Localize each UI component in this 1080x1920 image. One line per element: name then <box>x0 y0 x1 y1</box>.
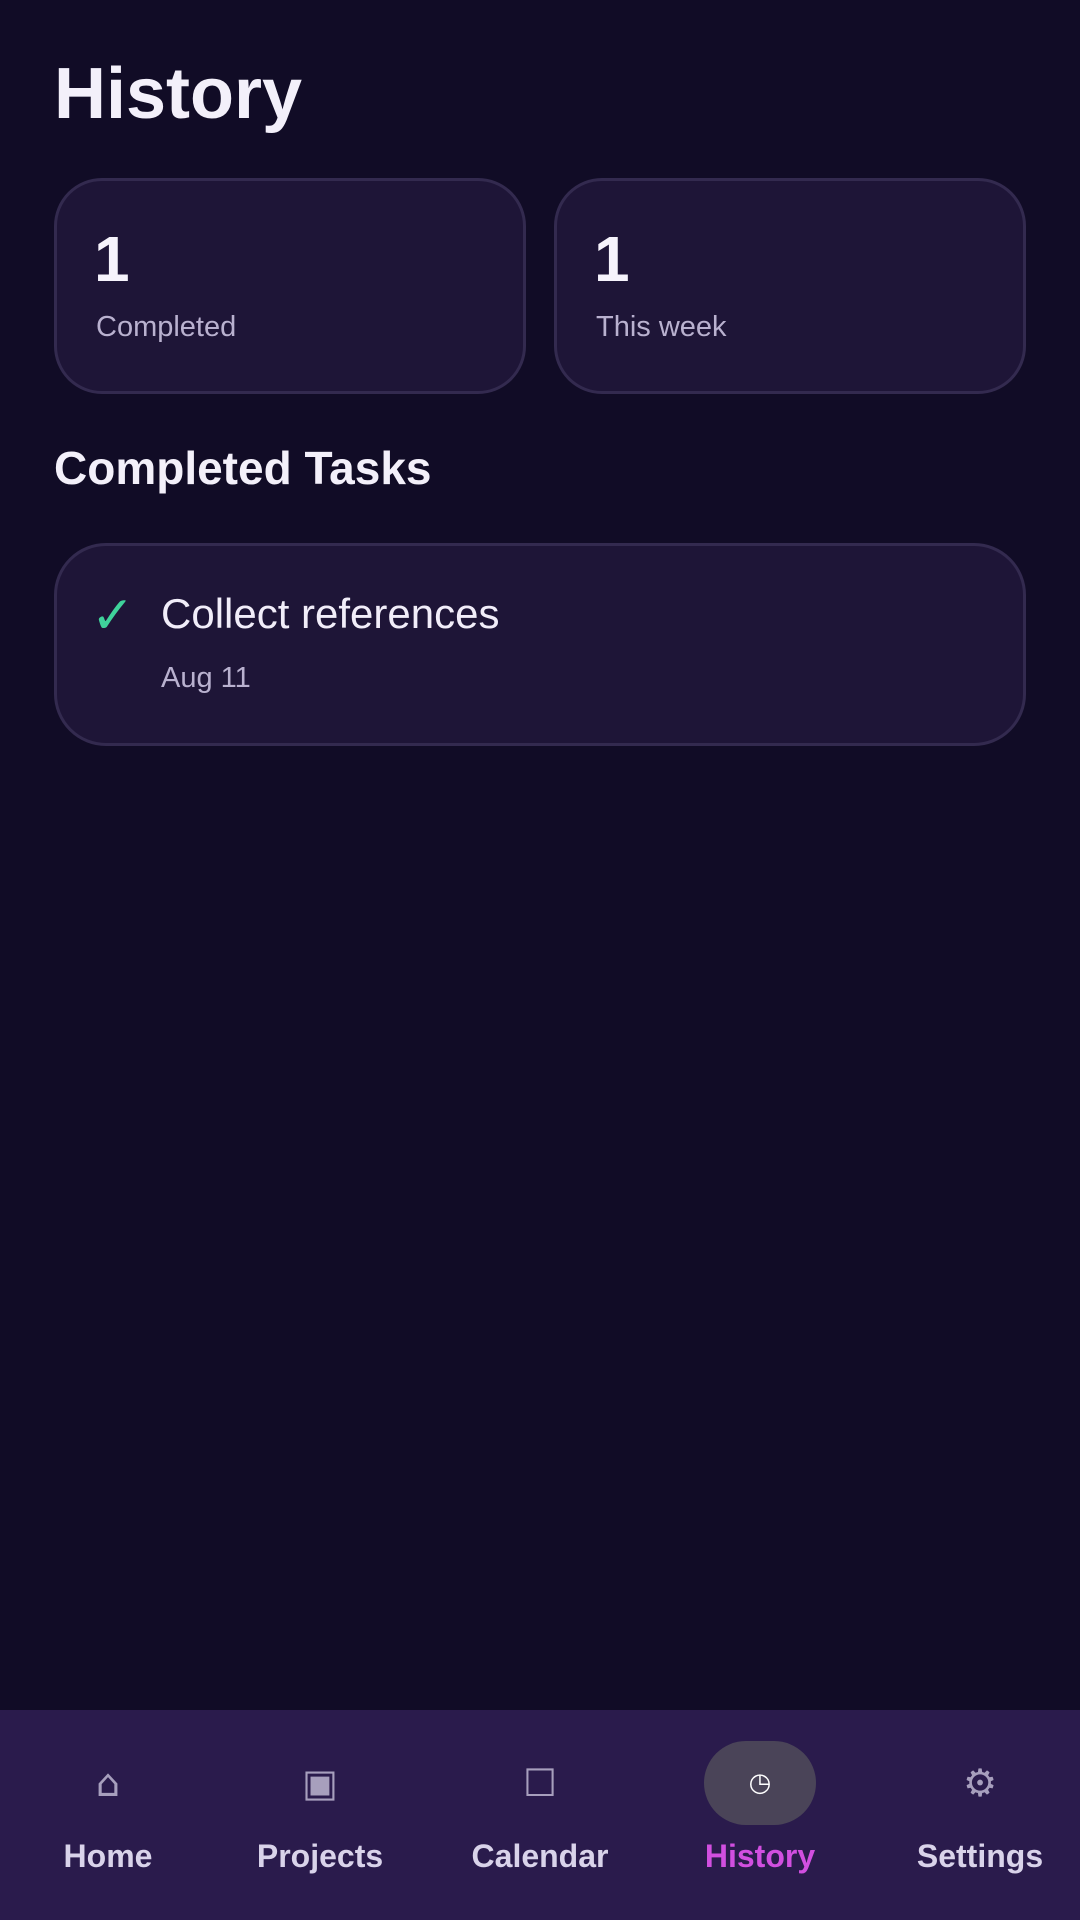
nav-icon-container: ⌂ <box>52 1741 164 1825</box>
task-title: Collect references <box>161 590 500 637</box>
this-week-label: This week <box>596 311 727 343</box>
page-title: History <box>54 54 303 134</box>
checkmark-icon: ✓ <box>91 586 135 646</box>
nav-item-projects[interactable]: ▣ Projects <box>212 1710 428 1920</box>
history-screen: History 1 Completed 1 This week Complete… <box>0 0 1080 1920</box>
nav-item-calendar[interactable]: ☐ Calendar <box>432 1710 648 1920</box>
nav-icon-container: ☐ <box>484 1741 596 1825</box>
gear-icon: ⚙ <box>962 1761 998 1805</box>
this-week-stat-card: 1 This week <box>554 178 1026 394</box>
clock-icon: ◷ <box>748 1768 772 1798</box>
home-icon: ⌂ <box>95 1761 121 1805</box>
nav-icon-container-active: ◷ <box>704 1741 816 1825</box>
section-title: Completed Tasks <box>54 442 432 494</box>
completed-count: 1 <box>94 223 130 295</box>
completed-label: Completed <box>96 311 237 343</box>
nav-label-settings: Settings <box>916 1838 1044 1874</box>
task-date: Aug 11 <box>161 662 251 694</box>
calendar-icon: ☐ <box>522 1761 558 1805</box>
nav-item-home[interactable]: ⌂ Home <box>0 1710 216 1920</box>
nav-icon-container: ▣ <box>264 1741 376 1825</box>
completed-stat-card: 1 Completed <box>54 178 526 394</box>
nav-label-home: Home <box>63 1838 153 1874</box>
projects-icon: ▣ <box>302 1761 338 1805</box>
nav-label-history: History <box>704 1838 816 1874</box>
bottom-navigation: ⌂ Home ▣ Projects ☐ Calendar ◷ History ⚙ <box>0 1710 1080 1920</box>
nav-item-history[interactable]: ◷ History <box>652 1710 868 1920</box>
nav-label-projects: Projects <box>256 1838 384 1874</box>
this-week-count: 1 <box>594 223 630 295</box>
nav-icon-container: ⚙ <box>924 1741 1036 1825</box>
completed-task-item[interactable]: ✓ Collect references Aug 11 <box>54 543 1026 746</box>
nav-label-calendar: Calendar <box>471 1838 609 1874</box>
nav-item-settings[interactable]: ⚙ Settings <box>872 1710 1080 1920</box>
